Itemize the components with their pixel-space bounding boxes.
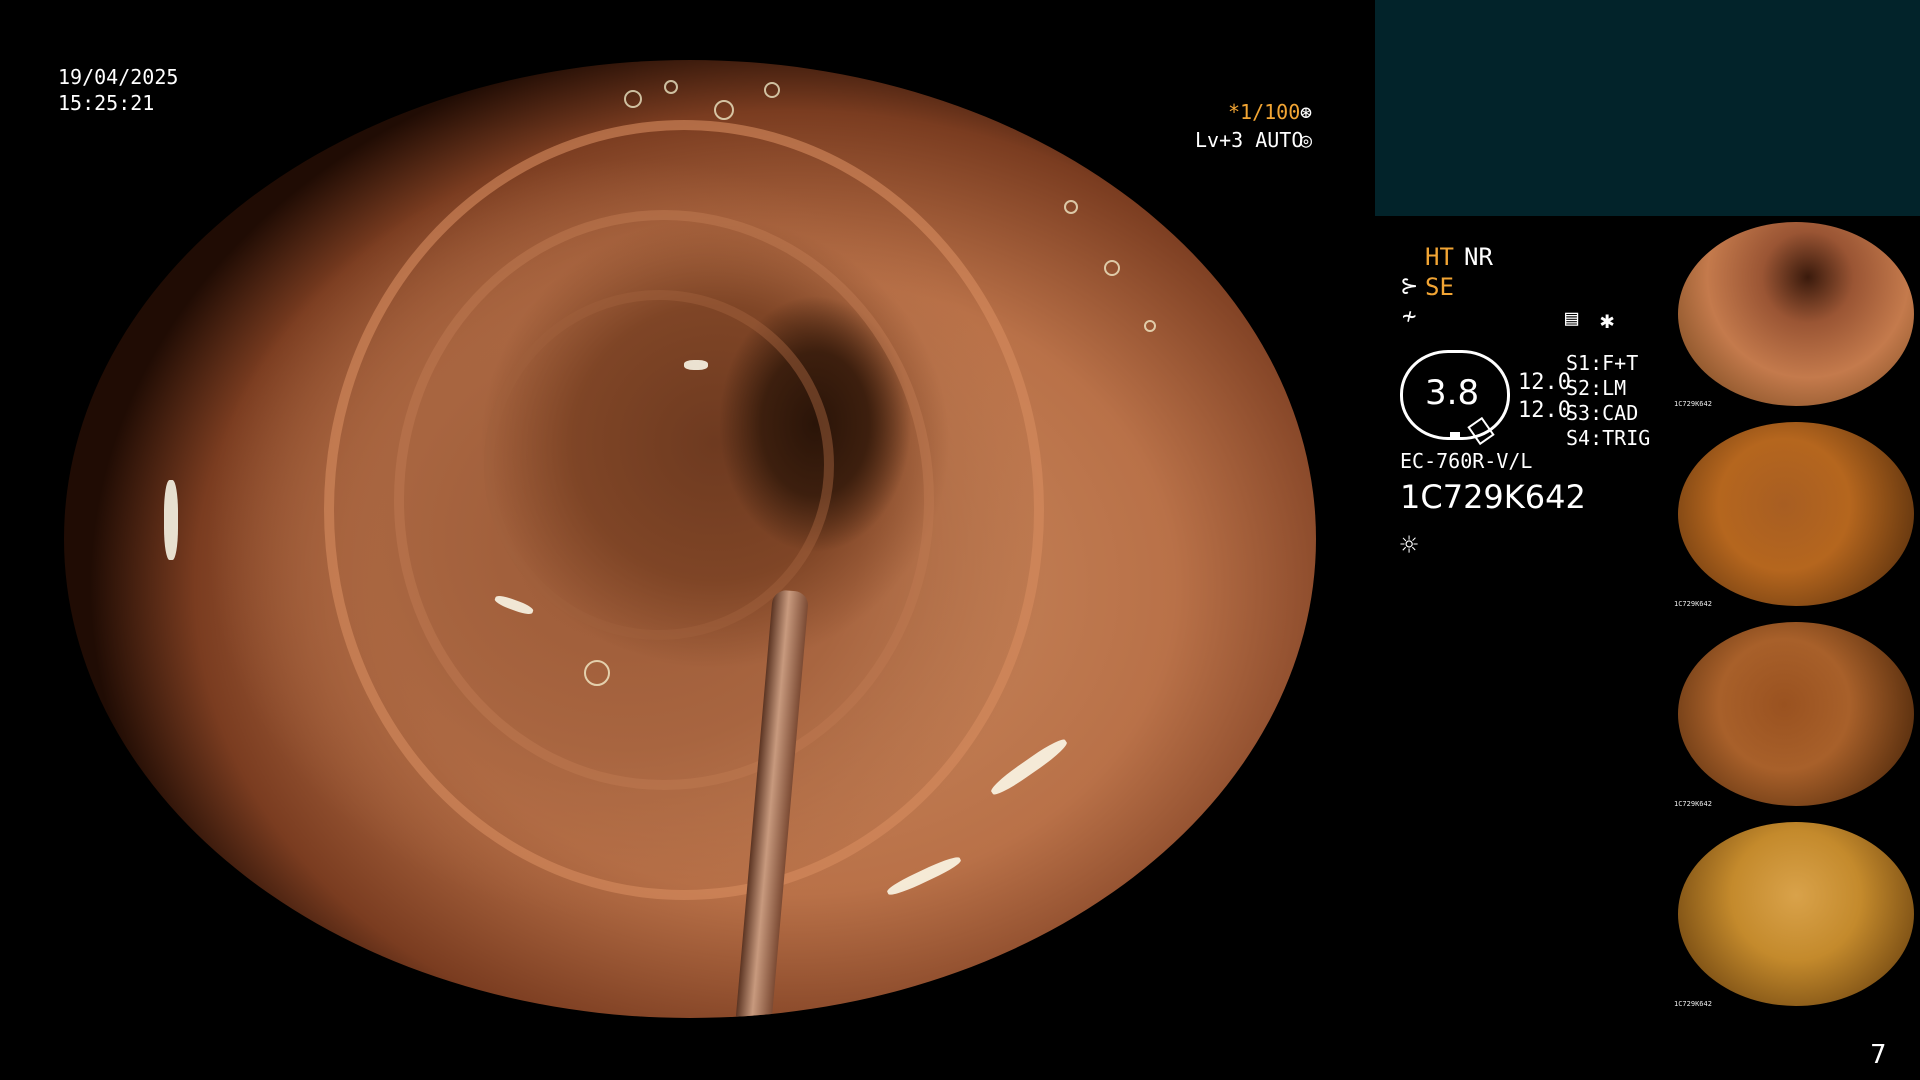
switch-s2: S2:LM	[1566, 376, 1627, 400]
endoscopy-view	[64, 60, 1316, 1018]
thumbnail-label: 1C729K642	[1674, 400, 1712, 408]
switch-s4: S4:TRIG	[1566, 426, 1651, 450]
thumbnail-image	[1678, 422, 1914, 606]
switch-s3: S3:CAD	[1566, 401, 1639, 425]
enhance-icon: ⊱	[1400, 274, 1419, 299]
aperture-icon: ⊛	[1300, 100, 1313, 124]
page-number: 7	[1870, 1040, 1887, 1070]
thumbnail-label: 1C729K642	[1674, 1000, 1712, 1008]
time-text: 15:25:21	[58, 91, 155, 115]
gauge-marker	[1450, 432, 1460, 439]
level-text: Lv+3 AUTO	[1195, 128, 1304, 152]
gauge-value: 3.8	[1425, 373, 1480, 413]
switch-s1: S1:F+T	[1566, 351, 1639, 375]
thumbnail-2[interactable]: 1C729K642	[1672, 416, 1920, 612]
thumbnail-image	[1678, 822, 1914, 1006]
thumbnail-4[interactable]: 1C729K642	[1672, 816, 1920, 1012]
nr-label: NR	[1464, 243, 1493, 271]
value-bottom: 12.0	[1518, 398, 1571, 423]
value-top: 12.0	[1518, 370, 1571, 395]
freeze-icon: ≁	[1402, 302, 1417, 330]
scope-serial: 1C729K642	[1400, 478, 1586, 516]
light-source-icon: ☼	[1400, 528, 1419, 563]
se-label: SE	[1425, 273, 1454, 301]
thumbnail-3[interactable]: 1C729K642	[1672, 616, 1920, 812]
record-icon: ▤	[1565, 306, 1579, 331]
date-text: 19/04/2025	[58, 65, 179, 89]
thumbnail-label: 1C729K642	[1674, 600, 1712, 608]
asterisk-icon: ✱	[1600, 306, 1615, 334]
info-panel	[1375, 0, 1920, 216]
shutter-text: *1/100	[1228, 100, 1301, 124]
scope-model: EC-760R-V/L	[1400, 449, 1533, 473]
thumbnail-1[interactable]: 1C729K642	[1672, 216, 1920, 412]
ht-label: HT	[1425, 243, 1454, 271]
thumbnail-image	[1678, 222, 1914, 406]
auto-iris-icon: ◎	[1300, 128, 1313, 152]
thumbnail-label: 1C729K642	[1674, 800, 1712, 808]
thumbnail-image	[1678, 622, 1914, 806]
